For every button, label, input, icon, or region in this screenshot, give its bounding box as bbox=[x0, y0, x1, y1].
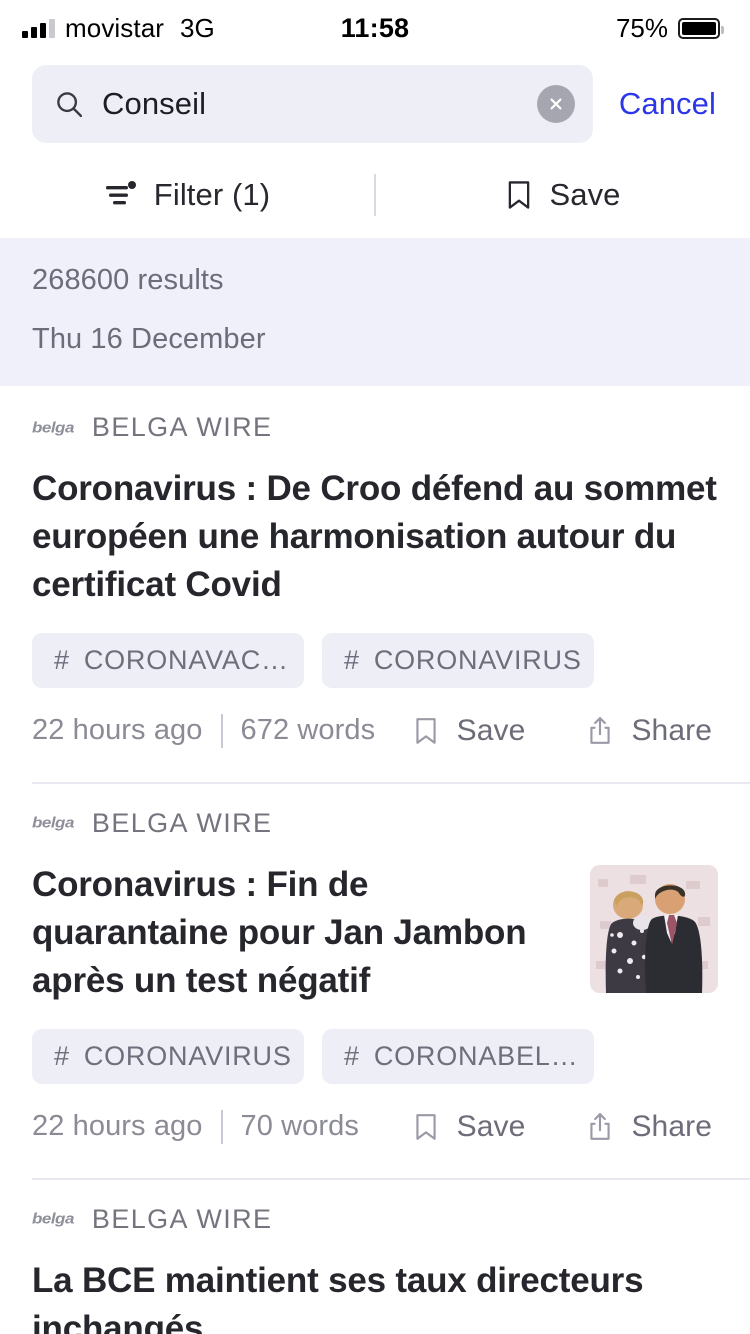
article-body: Coronavirus : Fin de quarantaine pour Ja… bbox=[32, 861, 718, 1005]
article-headline[interactable]: Coronavirus : Fin de quarantaine pour Ja… bbox=[32, 861, 566, 1005]
tag-label: CORONAVIRUS bbox=[83, 1040, 292, 1071]
source-name-label: BELGA WIRE bbox=[91, 412, 273, 442]
share-icon bbox=[587, 716, 613, 746]
article-save-label: Save bbox=[456, 713, 526, 747]
article-thumbnail[interactable] bbox=[590, 864, 718, 993]
hash-icon: # bbox=[344, 644, 360, 675]
search-icon bbox=[54, 89, 84, 119]
article-headline[interactable]: La BCE maintient ses taux directeurs inc… bbox=[32, 1257, 718, 1334]
results-date-label: Thu 16 December bbox=[32, 323, 266, 355]
article-share-button[interactable]: Share bbox=[587, 714, 712, 748]
results-header: 268600 results Thu 16 December bbox=[0, 238, 750, 386]
search-results-screen: movistar 3G 11:58 75% Conseil Cancel Fil… bbox=[0, 0, 750, 1334]
article-actions: Save Share bbox=[413, 1110, 718, 1144]
article-share-label: Share bbox=[631, 713, 712, 747]
article-tags: # CORONAVAC… # CORONAVIRUS bbox=[32, 632, 718, 688]
tag-chip[interactable]: # CORONAVAC… bbox=[32, 632, 304, 688]
save-search-label: Save bbox=[549, 177, 621, 212]
article-tags: # CORONAVIRUS # CORONABEL… bbox=[32, 1028, 718, 1084]
article-wordcount-label: 672 words bbox=[240, 714, 376, 747]
filter-button[interactable]: Filter (1) bbox=[0, 152, 374, 238]
article-share-button[interactable]: Share bbox=[587, 1110, 712, 1144]
article-source: belga BELGA WIRE bbox=[32, 808, 718, 839]
share-icon bbox=[587, 1112, 613, 1142]
meta-divider bbox=[220, 1109, 223, 1144]
belga-logo-icon: belga bbox=[32, 419, 74, 436]
hash-icon: # bbox=[344, 1040, 360, 1071]
tag-chip[interactable]: # CORONAVIRUS bbox=[322, 632, 594, 688]
article-share-label: Share bbox=[631, 1109, 712, 1143]
article-save-button[interactable]: Save bbox=[413, 1110, 526, 1144]
article-source: belga BELGA WIRE bbox=[32, 1204, 718, 1235]
card-spacer bbox=[32, 1144, 718, 1178]
article-time-label: 22 hours ago bbox=[32, 714, 203, 747]
search-bar: Conseil Cancel bbox=[0, 56, 750, 152]
search-query-text: Conseil bbox=[102, 86, 207, 121]
battery-icon bbox=[678, 17, 724, 39]
meta-divider bbox=[220, 713, 223, 748]
bookmark-icon bbox=[413, 716, 439, 746]
tag-chip[interactable]: # CORONABEL… bbox=[322, 1028, 594, 1084]
clear-icon[interactable] bbox=[536, 85, 575, 123]
tag-label: CORONAVAC… bbox=[83, 644, 289, 675]
article-meta: 22 hours ago 672 words Save Share bbox=[32, 713, 718, 748]
hash-icon: # bbox=[54, 1040, 70, 1071]
article-card[interactable]: belga BELGA WIRE La BCE maintient ses ta… bbox=[0, 1177, 750, 1334]
article-wordcount-label: 70 words bbox=[240, 1110, 359, 1143]
status-bar: movistar 3G 11:58 75% bbox=[0, 0, 750, 56]
source-name-label: BELGA WIRE bbox=[91, 807, 273, 838]
hash-icon: # bbox=[54, 644, 70, 675]
article-card[interactable]: belga BELGA WIRE Coronavirus : De Croo d… bbox=[0, 386, 750, 782]
clock-label: 11:58 bbox=[340, 12, 410, 43]
belga-logo-icon: belga bbox=[32, 814, 74, 831]
bookmark-icon bbox=[505, 179, 533, 211]
filter-icon bbox=[104, 180, 138, 210]
article-actions: Save Share bbox=[413, 714, 718, 748]
results-count-label: 268600 results bbox=[32, 264, 224, 296]
tag-label: CORONABEL… bbox=[373, 1040, 579, 1071]
article-source: belga BELGA WIRE bbox=[32, 412, 718, 443]
article-meta: 22 hours ago 70 words Save Share bbox=[32, 1109, 718, 1144]
article-body: Coronavirus : De Croo défend au sommet e… bbox=[32, 465, 718, 609]
article-time-label: 22 hours ago bbox=[32, 1110, 203, 1143]
cancel-button[interactable]: Cancel bbox=[593, 86, 728, 122]
source-name-label: BELGA WIRE bbox=[91, 1203, 273, 1234]
card-spacer bbox=[32, 748, 718, 782]
save-search-button[interactable]: Save bbox=[376, 152, 750, 238]
article-card[interactable]: belga BELGA WIRE Coronavirus : Fin de qu… bbox=[0, 781, 750, 1178]
tag-label: CORONAVIRUS bbox=[373, 644, 582, 675]
tag-chip[interactable]: # CORONAVIRUS bbox=[32, 1028, 304, 1084]
search-toolbar: Filter (1) Save bbox=[0, 152, 750, 238]
article-save-label: Save bbox=[456, 1109, 526, 1143]
belga-logo-icon: belga bbox=[32, 1210, 74, 1227]
bookmark-icon bbox=[413, 1112, 439, 1142]
article-save-button[interactable]: Save bbox=[413, 714, 526, 748]
article-headline[interactable]: Coronavirus : De Croo défend au sommet e… bbox=[32, 465, 718, 609]
filter-label: Filter (1) bbox=[153, 177, 271, 212]
article-body: La BCE maintient ses taux directeurs inc… bbox=[32, 1257, 718, 1334]
search-input[interactable]: Conseil bbox=[32, 65, 593, 143]
